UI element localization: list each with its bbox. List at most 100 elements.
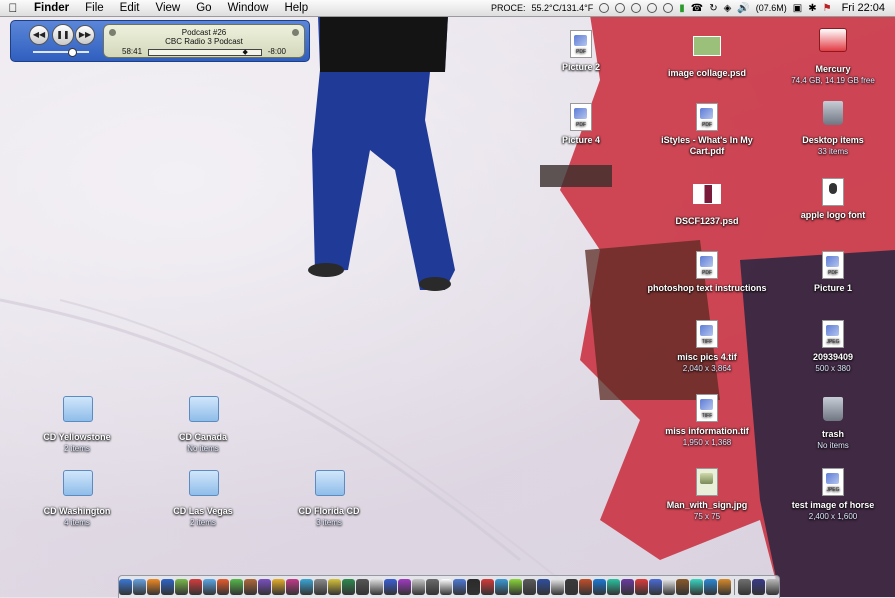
dock-app-icon[interactable]	[202, 579, 216, 595]
next-track-icon[interactable]: ▶▶	[75, 25, 95, 45]
desktop-icon-miss-information[interactable]: TIFF miss information.tif 1,950 x 1,368	[647, 394, 767, 448]
dock-app-icon[interactable]	[537, 579, 551, 595]
volume-slider-knob[interactable]	[68, 48, 78, 57]
dock-app-icon[interactable]	[495, 579, 509, 595]
dock-app-icon[interactable]	[551, 579, 564, 595]
dock-app-icon[interactable]	[369, 579, 383, 595]
dock-app-icon[interactable]	[328, 579, 341, 595]
sync-icon[interactable]: ↻	[709, 3, 717, 14]
dock-app-icon[interactable]	[300, 579, 314, 595]
desktop-icon-istyles-pdf[interactable]: PDF iStyles - What's In My Cart.pdf	[647, 103, 767, 157]
volume-icon[interactable]: 🔊	[737, 3, 749, 14]
dock-app-icon[interactable]	[564, 579, 578, 595]
menu-go[interactable]: Go	[188, 2, 219, 14]
dock-app-icon[interactable]	[578, 579, 592, 595]
battery-icon[interactable]: ▮	[679, 3, 685, 14]
previous-track-icon[interactable]: ◀◀	[29, 25, 49, 45]
dock-app-icon[interactable]	[341, 579, 355, 595]
desktop-folder-cd-florida[interactable]: CD Florida CD 3 items	[269, 466, 389, 528]
dock-app-icon[interactable]	[118, 579, 132, 595]
menu-view[interactable]: View	[148, 2, 189, 14]
desktop-folder-cd-las-vegas[interactable]: CD Las Vegas 2 items	[143, 466, 263, 528]
status-circle-icon[interactable]	[599, 3, 610, 13]
dock-app-icon[interactable]	[509, 579, 523, 595]
status-circle-icon[interactable]	[631, 3, 642, 13]
dock-app-icon[interactable]	[244, 579, 258, 595]
status-circle-icon[interactable]	[615, 3, 626, 13]
volume-slider-track[interactable]	[33, 51, 89, 53]
desktop-icon-image-collage[interactable]: image collage.psd	[647, 30, 767, 79]
desktop-folder-cd-yellowstone[interactable]: CD Yellowstone 2 items	[17, 392, 137, 454]
menu-clock[interactable]: Fri 22:04	[842, 2, 885, 14]
pause-icon[interactable]: ❚❚	[52, 24, 74, 46]
menu-window[interactable]: Window	[220, 2, 277, 14]
desktop-icon-picture-2[interactable]: PDF Picture 2	[521, 30, 641, 73]
dock-app-icon[interactable]	[439, 579, 453, 595]
memory-readout[interactable]: (07.6M)	[756, 3, 787, 13]
bluetooth-icon[interactable]: ✱	[808, 3, 816, 14]
menu-help[interactable]: Help	[276, 2, 316, 14]
desktop-icon-man-with-sign[interactable]: Man_with_sign.jpg 75 x 75	[647, 468, 767, 522]
dock-app-icon[interactable]	[648, 579, 662, 595]
dock-app-icon[interactable]	[314, 579, 328, 595]
dock-app-icon[interactable]	[397, 579, 411, 595]
dock-app-icon[interactable]	[592, 579, 606, 595]
dock-app-icon[interactable]	[662, 579, 676, 595]
dock-app-icon[interactable]	[383, 579, 397, 595]
dock-app-icon[interactable]	[453, 579, 467, 595]
dock-app-icon[interactable]	[704, 579, 718, 595]
phone-icon[interactable]: ☎	[691, 3, 703, 14]
wifi-icon[interactable]: ◈	[724, 3, 732, 14]
dock-app-icon[interactable]	[718, 579, 732, 595]
desktop-icon-photoshop-text-instructions[interactable]: PDF photoshop text instructions	[647, 251, 767, 294]
itunes-mini-player[interactable]: ◀◀ ❚❚ ▶▶ Podcast #26 CBC Radio 3 Podcast…	[10, 20, 310, 62]
menu-file[interactable]: File	[77, 2, 112, 14]
dock-app-icon[interactable]	[132, 579, 146, 595]
status-circle-icon[interactable]	[663, 3, 674, 13]
desktop-icon-apple-logo-font[interactable]: apple logo font	[773, 178, 893, 221]
dock-app-icon[interactable]	[634, 579, 648, 595]
flag-icon[interactable]: ⚑	[823, 3, 832, 14]
desktop-folder-cd-canada[interactable]: CD Canada No items	[143, 392, 263, 454]
status-circle-icon[interactable]	[647, 3, 658, 13]
dock-app-icon[interactable]	[766, 579, 780, 595]
dock-app-icon[interactable]	[146, 579, 160, 595]
dock-app-icon[interactable]	[286, 579, 300, 595]
dock-app-icon[interactable]	[481, 579, 495, 595]
display-icon[interactable]: ▣	[793, 3, 802, 14]
dock-app-icon[interactable]	[606, 579, 620, 595]
dock-app-icon[interactable]	[690, 579, 704, 595]
progress-knob[interactable]: ◆	[243, 48, 248, 56]
dock-app-icon[interactable]	[467, 579, 481, 595]
desktop-icon-trash[interactable]: trash No items	[773, 394, 893, 451]
desktop-icon-mercury-drive[interactable]: Mercury 74.4 GB, 14.19 GB free	[773, 24, 893, 86]
desktop-folder-cd-washington[interactable]: CD Washington 4 items	[17, 466, 137, 528]
dock-app-icon[interactable]	[676, 579, 690, 595]
dock-app-icon[interactable]	[752, 579, 766, 595]
dock-app-icon[interactable]	[272, 579, 286, 595]
dock-app-icon[interactable]	[230, 579, 244, 595]
apple-menu-icon[interactable]: 	[0, 1, 26, 15]
dock-app-icon[interactable]	[411, 579, 425, 595]
desktop-icon-dscf1237[interactable]: DSCF1237.psd	[647, 178, 767, 227]
cpu-monitor-label[interactable]: PROCE:	[491, 3, 526, 13]
dock-app-icon[interactable]	[738, 579, 752, 595]
dock-app-icon[interactable]	[216, 579, 230, 595]
menu-edit[interactable]: Edit	[112, 2, 148, 14]
dock-app-icon[interactable]	[355, 579, 369, 595]
desktop-icon-picture-4[interactable]: PDF Picture 4	[521, 103, 641, 146]
dock-app-icon[interactable]	[258, 579, 272, 595]
desktop-icon-misc-pics-4[interactable]: TIFF misc pics 4.tif 2,040 x 3,864	[647, 320, 767, 374]
dock-app-icon[interactable]	[620, 579, 634, 595]
desktop-icon-picture-1[interactable]: PDF Picture 1	[773, 251, 893, 294]
desktop-icon-desktop-items[interactable]: Desktop items 33 items	[773, 98, 893, 157]
temperature-readout[interactable]: 55.2°C/131.4°F	[531, 3, 593, 13]
dock-app-icon[interactable]	[523, 579, 537, 595]
desktop-icon-test-image-of-horse[interactable]: JPEG test image of horse 2,400 x 1,600	[773, 468, 893, 522]
dock-app-icon[interactable]	[188, 579, 202, 595]
dock-app-icon[interactable]	[160, 579, 174, 595]
dock-app-icon[interactable]	[425, 579, 439, 595]
dock-app-icon[interactable]	[174, 579, 188, 595]
menu-finder[interactable]: Finder	[26, 2, 77, 14]
desktop-icon-20939409[interactable]: JPEG 20939409 500 x 380	[773, 320, 893, 374]
